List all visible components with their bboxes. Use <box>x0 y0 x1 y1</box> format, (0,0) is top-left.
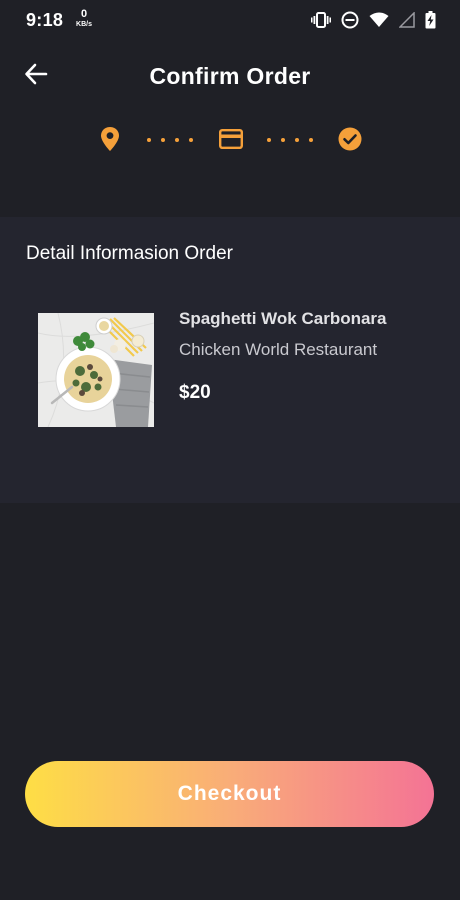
vibrate-icon <box>311 11 331 29</box>
status-time: 9:18 <box>26 10 64 30</box>
signal-icon <box>399 12 415 28</box>
header: Confirm Order <box>0 50 460 100</box>
status-bar: 9:18 0 KB/s <box>0 0 460 40</box>
credit-card-icon <box>219 129 244 154</box>
product-price: $20 <box>179 382 211 403</box>
battery-charging-icon <box>425 11 436 29</box>
checkout-button[interactable]: Checkout <box>25 761 434 827</box>
page-title: Confirm Order <box>149 63 311 89</box>
location-pin-icon <box>100 126 120 157</box>
network-speed-unit: KB/s <box>76 21 92 28</box>
wifi-icon <box>369 12 389 28</box>
do-not-disturb-icon <box>341 11 359 29</box>
check-circle-icon <box>338 127 362 156</box>
status-icons <box>311 10 436 30</box>
network-speed: 0 KB/s <box>74 8 94 29</box>
section-title: Detail Informasion Order <box>26 243 233 264</box>
product-image <box>38 313 154 427</box>
restaurant-name: Chicken World Restaurant <box>179 340 378 359</box>
product-name: Spaghetti Wok Carbonara <box>179 309 387 328</box>
order-stepper <box>100 124 364 156</box>
order-detail-panel: Detail Informasion Order Spaghetti Wok C… <box>0 217 460 503</box>
checkout-label: Checkout <box>177 782 282 805</box>
step-connector <box>267 138 313 142</box>
step-connector <box>147 138 193 142</box>
network-speed-value: 0 <box>80 8 88 20</box>
